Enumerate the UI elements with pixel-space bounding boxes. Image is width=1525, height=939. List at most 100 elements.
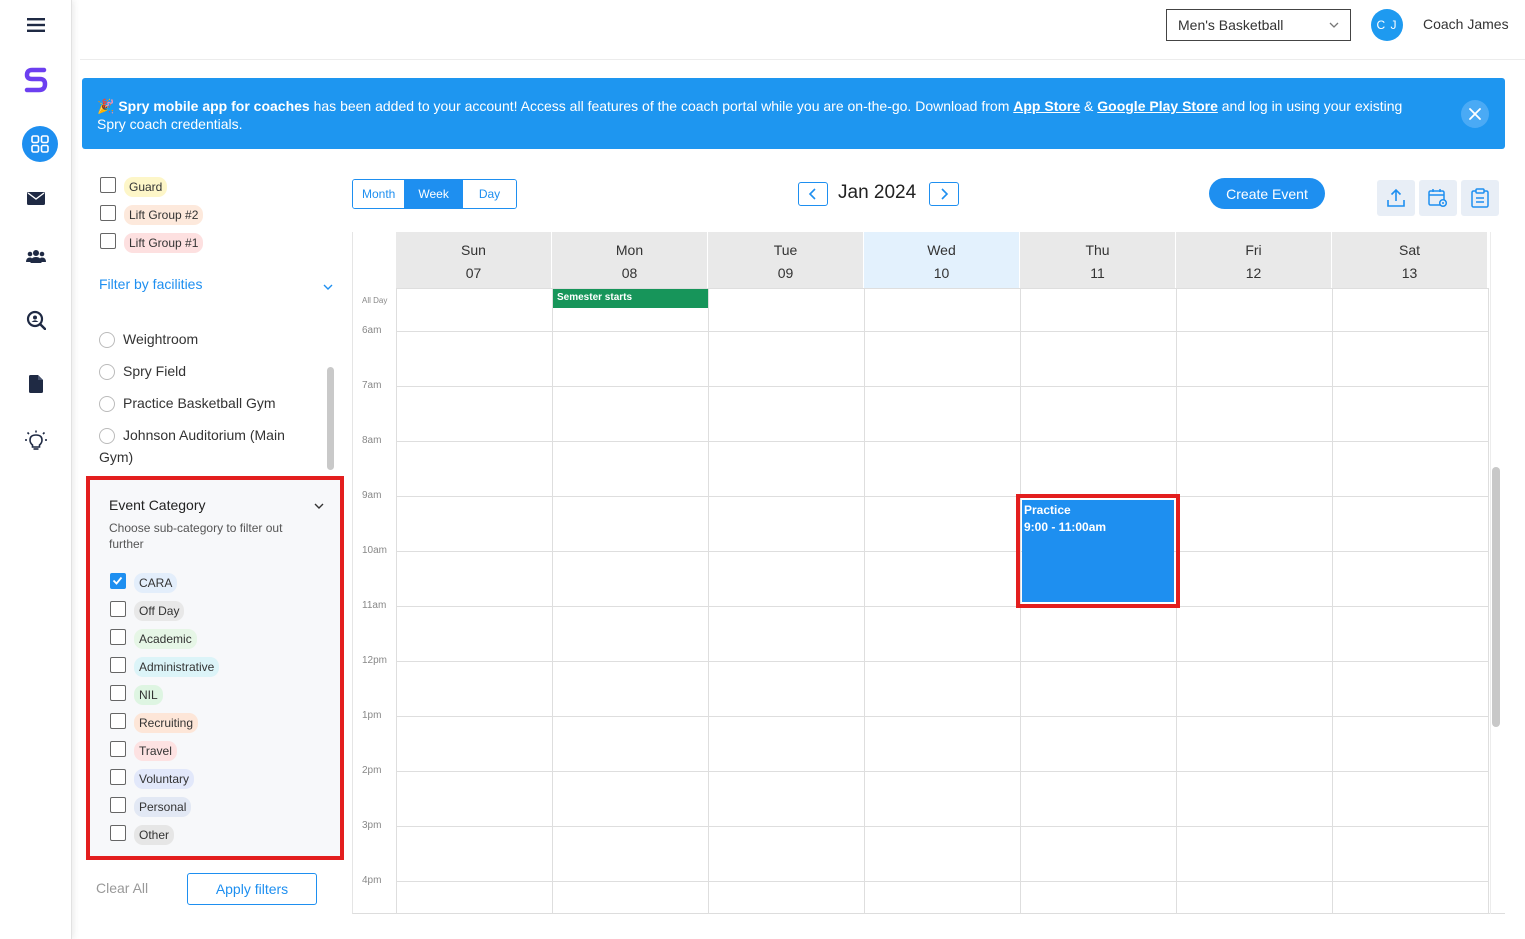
day-header[interactable]: Fri 12 — [1176, 232, 1332, 288]
category-tag: Travel — [134, 741, 177, 761]
banner-ampersand: & — [1080, 98, 1098, 114]
grid-column-line — [396, 288, 397, 914]
time-label: 3pm — [362, 820, 382, 831]
day-name: Fri — [1245, 242, 1262, 258]
category-tag: Other — [134, 825, 175, 845]
chevron-left-icon — [808, 188, 816, 200]
user-name[interactable]: Coach James — [1423, 16, 1509, 32]
day-header[interactable]: Thu 11 — [1020, 232, 1176, 288]
group-checkbox[interactable] — [100, 233, 116, 249]
clear-all-button[interactable]: Clear All — [96, 880, 148, 896]
grid-row-line — [396, 496, 1489, 497]
day-header[interactable]: Wed 10 — [864, 232, 1020, 288]
facility-radio[interactable] — [99, 332, 115, 348]
facility-label[interactable]: Weightroom — [123, 328, 198, 350]
announcement-banner: 🎉 Spry mobile app for coaches has been a… — [82, 78, 1505, 149]
grid-column-line — [552, 288, 553, 914]
event-practice-body[interactable]: Practice 9:00 - 11:00am — [1022, 500, 1174, 602]
grid-column-line — [708, 288, 709, 914]
team-members-icon[interactable] — [0, 236, 72, 276]
week-view-button[interactable]: Week — [405, 180, 463, 208]
category-checkbox[interactable] — [110, 573, 126, 589]
day-date: 10 — [933, 265, 950, 281]
event-practice[interactable]: Practice 9:00 - 11:00am — [1016, 494, 1180, 608]
facility-radio[interactable] — [99, 428, 115, 444]
category-tag: Off Day — [134, 601, 185, 621]
day-header[interactable]: Tue 09 — [708, 232, 864, 288]
grid-row-line — [396, 881, 1489, 882]
calendar-settings-icon[interactable] — [1419, 180, 1457, 216]
group-tag: Lift Group #2 — [124, 205, 204, 225]
category-checkbox[interactable] — [110, 685, 126, 701]
day-header[interactable]: Sat 13 — [1332, 232, 1488, 288]
hamburger-menu-icon[interactable] — [0, 5, 72, 45]
category-tag: Administrative — [134, 657, 220, 677]
clipboard-icon[interactable] — [1461, 180, 1499, 216]
export-upload-icon[interactable] — [1377, 180, 1415, 216]
apply-filters-button[interactable]: Apply filters — [187, 873, 317, 905]
event-category-title[interactable]: Event Category — [109, 497, 206, 513]
close-icon[interactable] — [1461, 100, 1489, 128]
day-header[interactable]: Sun 07 — [396, 232, 552, 288]
create-event-button[interactable]: Create Event — [1209, 178, 1325, 209]
mail-icon[interactable] — [0, 178, 72, 218]
all-day-label: All Day — [362, 296, 388, 305]
next-week-button[interactable] — [929, 182, 959, 206]
category-tag: Personal — [134, 797, 192, 817]
grid-row-line — [396, 771, 1489, 772]
facility-label[interactable]: Spry Field — [123, 360, 186, 382]
day-header[interactable]: Mon 08 — [552, 232, 708, 288]
category-checkbox[interactable] — [110, 797, 126, 813]
day-view-button[interactable]: Day — [462, 180, 517, 208]
category-checkbox[interactable] — [110, 713, 126, 729]
time-label: 11am — [362, 600, 387, 611]
search-user-icon[interactable] — [0, 300, 72, 340]
month-view-button[interactable]: Month — [353, 180, 406, 208]
day-name: Sun — [461, 242, 486, 258]
facility-label-continued[interactable]: Gym) — [99, 446, 133, 468]
grid-column-line — [1488, 288, 1489, 914]
category-checkbox[interactable] — [110, 601, 126, 617]
grid-row-line — [396, 441, 1489, 442]
grid-row-line — [396, 551, 1489, 552]
chevron-down-icon[interactable] — [322, 280, 334, 298]
day-date: 08 — [621, 265, 638, 281]
party-emoji-icon: 🎉 — [97, 98, 115, 114]
facility-radio[interactable] — [99, 364, 115, 380]
filter-panel-scrollbar[interactable] — [327, 367, 334, 470]
lightbulb-icon[interactable] — [0, 422, 72, 462]
category-tag: Recruiting — [134, 713, 199, 733]
category-checkbox[interactable] — [110, 825, 126, 841]
facility-label[interactable]: Johnson Auditorium (Main — [123, 424, 285, 446]
category-checkbox[interactable] — [110, 657, 126, 673]
group-checkbox[interactable] — [100, 205, 116, 221]
time-label: 4pm — [362, 875, 382, 886]
facility-radio[interactable] — [99, 396, 115, 412]
google-play-link[interactable]: Google Play Store — [1097, 98, 1218, 114]
document-icon[interactable] — [0, 364, 72, 404]
time-label: 6am — [362, 325, 382, 336]
spry-logo-icon[interactable] — [0, 60, 72, 100]
prev-week-button[interactable] — [798, 182, 828, 206]
facility-label[interactable]: Practice Basketball Gym — [123, 392, 276, 414]
time-label: 12pm — [362, 655, 388, 666]
view-toggle: Month Week Day — [352, 179, 518, 209]
event-semester-starts[interactable]: Semester starts — [553, 289, 708, 308]
avatar[interactable]: C J — [1371, 9, 1403, 41]
day-name: Wed — [927, 242, 956, 258]
time-label: 7am — [362, 380, 382, 391]
calendar-scrollbar[interactable] — [1492, 467, 1500, 727]
category-checkbox[interactable] — [110, 741, 126, 757]
group-checkbox[interactable] — [100, 177, 116, 193]
event-category-subtitle: Choose sub-category to filter out furthe… — [109, 521, 283, 551]
category-checkbox[interactable] — [110, 769, 126, 785]
app-store-link[interactable]: App Store — [1013, 98, 1080, 114]
day-date: 11 — [1090, 265, 1105, 281]
filter-by-facilities-header[interactable]: Filter by facilities — [99, 276, 202, 292]
category-checkbox[interactable] — [110, 629, 126, 645]
team-select[interactable]: Men's Basketball — [1166, 9, 1351, 41]
chevron-down-icon[interactable] — [313, 499, 325, 517]
dashboard-grid-icon[interactable] — [22, 126, 58, 162]
left-nav-rail — [0, 0, 72, 939]
day-date: 12 — [1245, 265, 1262, 281]
